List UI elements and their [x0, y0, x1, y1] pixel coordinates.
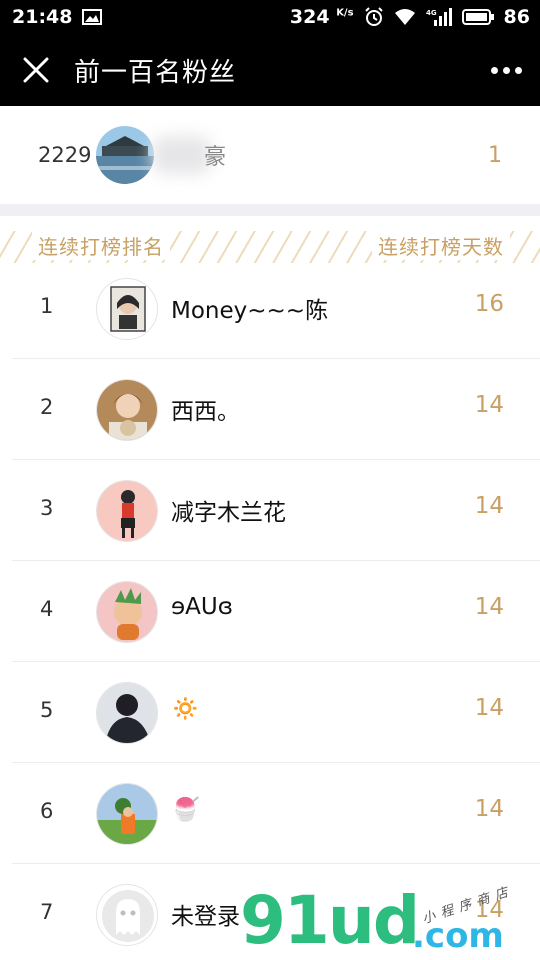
my-name: 豪: [204, 145, 227, 170]
fan-name: 🍧: [171, 797, 200, 823]
fan-count: 14: [474, 796, 504, 822]
my-rank-row[interactable]: 2229 豪 1: [0, 106, 540, 204]
avatar: [96, 682, 158, 744]
fan-rank: 3: [40, 496, 54, 520]
more-icon-dot: [515, 66, 522, 74]
svg-text:4G: 4G: [426, 9, 437, 17]
signal-icon: 4G: [426, 8, 452, 26]
fan-count: 14: [474, 392, 504, 418]
header-days-label: 连续打榜天数: [372, 231, 510, 260]
list-item[interactable]: 4 ɘAUɞ 14: [12, 561, 540, 662]
fan-rank: 5: [40, 698, 54, 722]
fan-count: 14: [474, 594, 504, 620]
fan-name: 🔅: [171, 696, 200, 722]
close-icon: [23, 57, 49, 83]
fan-name: ɘAUɞ: [171, 594, 233, 620]
header-rank-label: 连续打榜排名: [32, 231, 170, 260]
status-time: 21:48: [12, 6, 73, 28]
avatar: [96, 278, 158, 340]
network-speed: 324 K/s: [289, 6, 354, 28]
avatar: [96, 480, 158, 542]
avatar: [96, 126, 154, 184]
status-bar: 21:48 324 K/s 4G 86: [0, 0, 540, 34]
fan-name: Money~~~陈: [171, 298, 329, 324]
fan-rank: 1: [40, 294, 54, 318]
alarm-icon: [364, 7, 384, 27]
my-count: 1: [488, 142, 502, 168]
list-item[interactable]: 6 🍧 14: [12, 763, 540, 864]
list-item[interactable]: 3 减字木兰花 14: [12, 460, 540, 561]
fan-rank: 6: [40, 799, 54, 823]
fan-count: 14: [474, 493, 504, 519]
battery-icon: [461, 9, 494, 25]
fan-rank: 2: [40, 395, 54, 419]
list-item[interactable]: 1 Money~~~陈 16: [12, 258, 540, 359]
fan-rank: 4: [40, 597, 54, 621]
fan-rank: 7: [40, 900, 54, 924]
avatar: [96, 783, 158, 845]
fan-count: 14: [474, 897, 504, 923]
fan-name: 减字木兰花: [171, 500, 286, 526]
image-icon: [82, 9, 103, 25]
fan-name: 西西。: [171, 399, 240, 425]
fan-name: 未登录: [171, 904, 240, 930]
list-item[interactable]: 7 未登录 14: [12, 864, 540, 960]
more-icon-dot: [503, 66, 510, 74]
avatar: [96, 884, 158, 946]
list-item[interactable]: 2 西西。 14: [12, 359, 540, 460]
blurred-name: [152, 136, 212, 174]
my-rank: 2229: [38, 143, 92, 167]
wifi-icon: [394, 8, 416, 26]
avatar: [96, 581, 158, 643]
battery-level: 86: [503, 6, 530, 28]
fan-count: 16: [474, 291, 504, 317]
more-icon-dot: [491, 66, 498, 74]
nav-bar: 前一百名粉丝: [0, 34, 540, 106]
close-button[interactable]: [0, 34, 72, 106]
page-title: 前一百名粉丝: [74, 57, 237, 88]
fan-ranking-list: 连续打榜排名 连续打榜天数 1 Money~~~陈 16 2 西西。 14 3 …: [0, 216, 540, 960]
avatar: [96, 379, 158, 441]
list-item[interactable]: 5 🔅 14: [12, 662, 540, 763]
fan-count: 14: [474, 695, 504, 721]
more-button[interactable]: [491, 34, 522, 106]
